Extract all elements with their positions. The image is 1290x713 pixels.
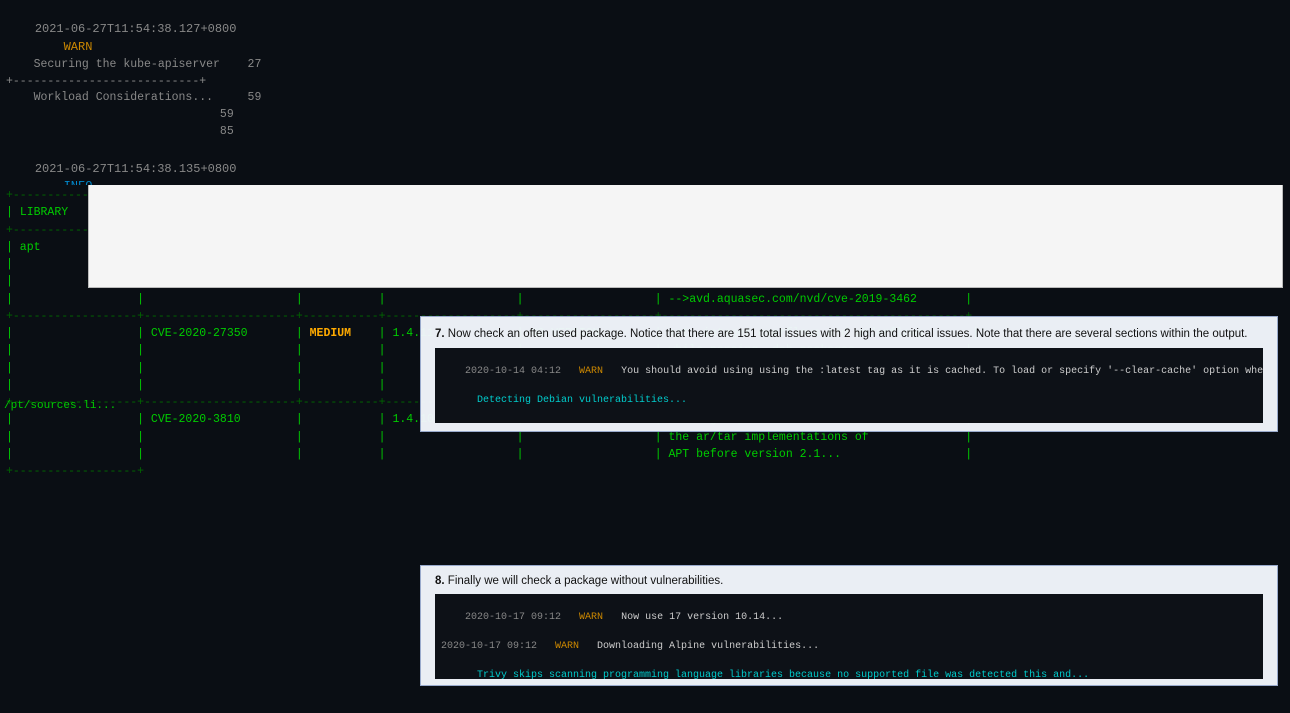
timestamp-2: 2021-06-27T11:54:38.135+0800 bbox=[35, 162, 237, 176]
toc-line-1: Securing the kube-apiserver 27 bbox=[6, 57, 334, 74]
instruction-7-text: 7. Now check an often used package. Noti… bbox=[435, 325, 1263, 344]
instruction-8-number: 8. bbox=[435, 575, 445, 587]
instruction-8-text: 8. Finally we will check a package witho… bbox=[435, 572, 1263, 591]
top-terminal-header: 2021-06-27T11:54:38.127+0800 WARN 2021-0… bbox=[0, 0, 1290, 185]
mini-line-2: Detecting Debian vulnerabilities... bbox=[441, 395, 687, 406]
row-low-3: | | | | | | APT before version 2.1... | bbox=[6, 446, 1284, 463]
toc-wc-line: Workload Considerations... 59 bbox=[6, 90, 334, 107]
row-apt-4: | | | | | | -->avd.aquasec.com/nvd/cve-2… bbox=[6, 291, 1284, 308]
instruction-8-body: Finally we will check a package without … bbox=[448, 575, 724, 587]
toc-extra-line: 59 bbox=[6, 107, 334, 124]
mini-line-1-ts: 2020-10-14 04:12 bbox=[465, 366, 579, 377]
timestamp-1: 2021-06-27T11:54:38.127+0800 bbox=[35, 22, 237, 36]
info-label-1: INFO bbox=[35, 179, 121, 185]
toc-last-line: 85 bbox=[6, 124, 334, 141]
warn-label: WARN bbox=[35, 40, 121, 54]
instruction-7-number: 7. bbox=[435, 328, 445, 340]
row-sep-3: +------------------+ bbox=[6, 463, 1284, 480]
instruction-7-body: Now check an often used package. Notice … bbox=[448, 328, 1248, 340]
instruction-overlay-8: 8. Finally we will check a package witho… bbox=[420, 565, 1278, 686]
mini-line-1-warn: WARN bbox=[579, 366, 621, 377]
sources-list-text: /pt/sources.li... bbox=[0, 400, 200, 412]
mini-terminal-8: 2020-10-17 09:12 WARN Now use 17 version… bbox=[435, 594, 1263, 679]
toc-lines: Securing the kube-apiserver 27 +--------… bbox=[0, 55, 340, 142]
mini-line-1-text: You should avoid using using the :latest… bbox=[621, 366, 1263, 377]
info-line-1: 2021-06-27T11:54:38.135+0800 INFO Detect… bbox=[6, 143, 1284, 185]
instruction-overlay-7: 7. Now check an often used package. Noti… bbox=[420, 316, 1278, 432]
toc-line-2: +---------------------------+ bbox=[6, 74, 334, 91]
mini-terminal-7: 2020-10-14 04:12 WARN You should avoid u… bbox=[435, 348, 1263, 423]
